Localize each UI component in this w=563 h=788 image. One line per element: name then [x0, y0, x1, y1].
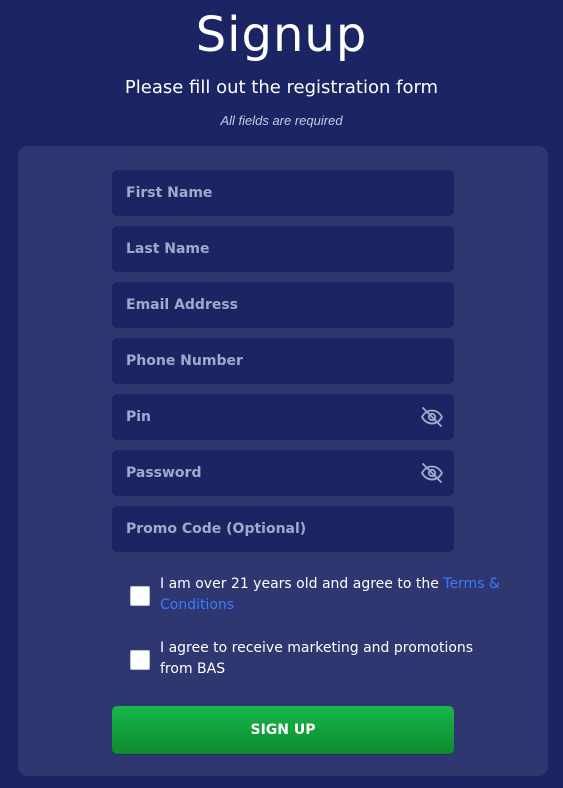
first-name-input[interactable]: [112, 170, 454, 216]
age-terms-text: I am over 21 years old and agree to the: [160, 576, 444, 592]
page-subtitle: Please fill out the registration form: [124, 77, 439, 98]
email-input[interactable]: [112, 282, 454, 328]
password-field[interactable]: [112, 450, 454, 496]
phone-input[interactable]: [112, 338, 454, 384]
phone-field[interactable]: [112, 338, 454, 384]
email-field[interactable]: [112, 282, 454, 328]
age-terms-checkbox[interactable]: [130, 586, 150, 606]
signup-form-card: I am over 21 years old and agree to the …: [18, 146, 548, 776]
pin-field[interactable]: [112, 394, 454, 440]
password-input[interactable]: [112, 450, 454, 496]
last-name-input[interactable]: [112, 226, 454, 272]
promo-code-field[interactable]: [112, 506, 454, 552]
promo-code-input[interactable]: [112, 506, 454, 552]
marketing-checkbox[interactable]: [130, 650, 150, 670]
first-name-field[interactable]: [112, 170, 454, 216]
age-terms-label: I am over 21 years old and agree to the …: [160, 574, 500, 616]
signup-button[interactable]: SIGN UP: [112, 706, 454, 754]
last-name-field[interactable]: [112, 226, 454, 272]
eye-slash-icon[interactable]: [420, 461, 444, 485]
required-note: All fields are required: [220, 113, 343, 128]
marketing-label: I agree to receive marketing and promoti…: [160, 640, 474, 677]
pin-input[interactable]: [112, 394, 454, 440]
eye-slash-icon[interactable]: [420, 405, 444, 429]
page-title: Signup: [195, 7, 368, 63]
